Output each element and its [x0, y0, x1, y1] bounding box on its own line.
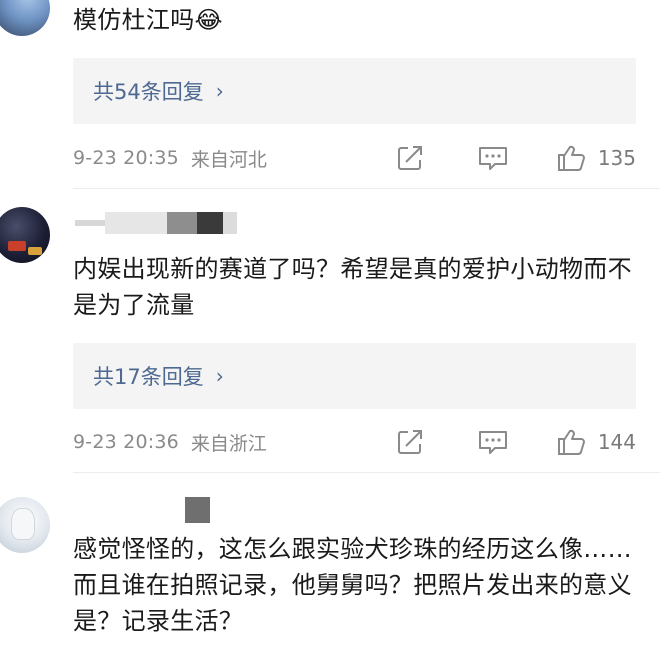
laughing-emoji-icon: 😂: [194, 6, 223, 34]
timestamp: 9-23 20:36: [73, 431, 179, 453]
comment-text: 内娱出现新的赛道了吗？希望是真的爱护小动物而不是为了流量: [73, 255, 632, 319]
username-blurred[interactable]: [185, 497, 210, 523]
share-icon[interactable]: [394, 143, 428, 173]
view-replies-button[interactable]: 共17条回复 ›: [73, 343, 636, 409]
comment-text: 模仿杜江吗😂: [73, 6, 223, 34]
avatar[interactable]: [0, 207, 50, 263]
replies-count: 共54条回复: [93, 80, 204, 104]
location: 来自河北: [190, 148, 267, 171]
view-replies-button[interactable]: 共54条回复 ›: [73, 58, 636, 124]
thumbs-up-icon[interactable]: [554, 143, 588, 173]
chevron-right-icon: ›: [215, 364, 224, 388]
comment-meta: 9-23 20:36 来自浙江 144: [73, 426, 636, 458]
action-bar: 144: [394, 426, 636, 458]
divider: [73, 472, 660, 473]
like-count: 135: [597, 146, 636, 170]
comment-text: 感觉怪怪的，这怎么跟实验犬珍珠的经历这么像……而且谁在拍照记录，他舅舅吗？把照片…: [73, 535, 632, 635]
avatar[interactable]: [0, 497, 50, 553]
timestamp: 9-23 20:35: [73, 147, 179, 169]
divider: [73, 188, 660, 189]
thumbs-up-icon[interactable]: [554, 427, 588, 457]
location: 来自浙江: [190, 432, 267, 455]
like-count: 144: [597, 430, 636, 454]
username-blurred[interactable]: [75, 212, 237, 234]
share-icon[interactable]: [394, 427, 428, 457]
comment-icon[interactable]: [476, 427, 510, 457]
action-bar: 135: [394, 142, 636, 174]
chevron-right-icon: ›: [215, 79, 224, 103]
comment-meta: 9-23 20:35 来自河北 135: [73, 142, 636, 174]
comment-icon[interactable]: [476, 143, 510, 173]
replies-count: 共17条回复: [93, 365, 204, 389]
avatar[interactable]: [0, 0, 50, 36]
